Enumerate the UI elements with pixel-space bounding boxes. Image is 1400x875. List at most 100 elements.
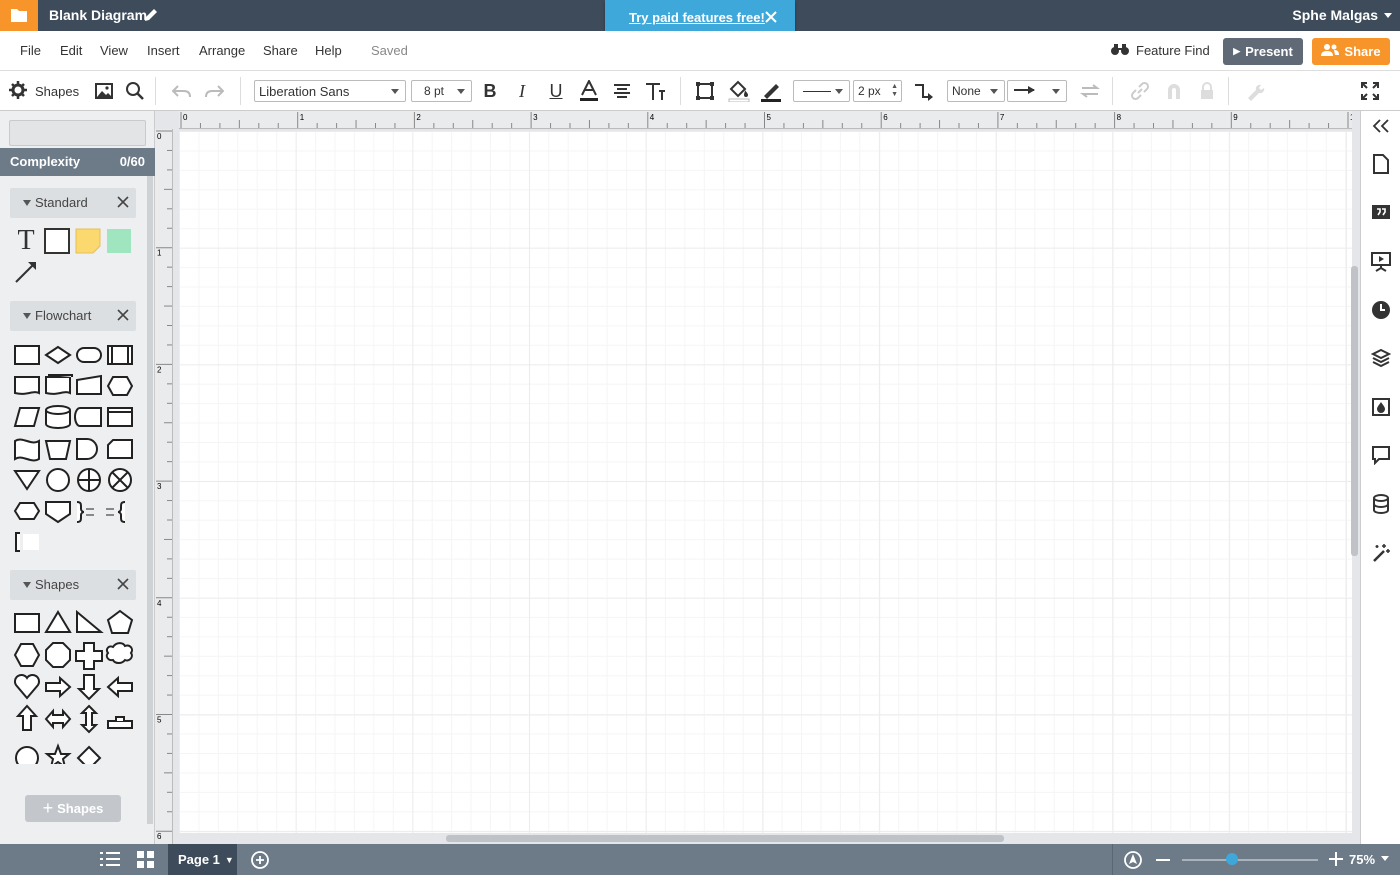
add-page-icon[interactable]	[250, 850, 270, 873]
share-button[interactable]: Share	[1312, 38, 1390, 65]
document-title[interactable]: Blank Diagram	[49, 7, 147, 23]
image-icon[interactable]	[92, 79, 116, 103]
menu-edit[interactable]: Edit	[60, 43, 82, 58]
add-shapes-button[interactable]: + Shapes	[25, 795, 121, 822]
plus-icon: +	[42, 798, 54, 818]
arrow-line-shape[interactable]	[13, 259, 39, 285]
promo-link[interactable]: Try paid features free!	[629, 10, 765, 25]
horizontal-scrollbar[interactable]	[446, 835, 1004, 842]
collapse-caret-icon[interactable]	[23, 313, 31, 319]
ruler-label: 3	[533, 113, 538, 122]
page-tab[interactable]: Page 1 ▼	[168, 844, 237, 875]
menu-arrange[interactable]: Arrange	[199, 43, 245, 58]
menu-share[interactable]: Share	[263, 43, 298, 58]
font-family-select[interactable]: Liberation Sans	[254, 80, 406, 102]
vertical-scrollbar[interactable]	[1351, 266, 1358, 556]
menu-help[interactable]: Help	[315, 43, 342, 58]
folder-icon[interactable]	[0, 0, 38, 31]
history-clock-icon[interactable]	[1369, 298, 1393, 322]
shape-library-panel: Complexity 0/60 Standard T Flowchart Sha…	[0, 111, 155, 844]
zoom-slider[interactable]	[1182, 859, 1318, 861]
list-view-icon[interactable]	[99, 850, 121, 871]
connector-style-icon[interactable]	[912, 79, 936, 103]
close-icon[interactable]	[116, 195, 130, 212]
shape-border-icon[interactable]	[693, 79, 717, 103]
close-icon[interactable]	[764, 10, 778, 27]
menu-view[interactable]: View	[100, 43, 128, 58]
close-icon[interactable]	[116, 308, 130, 325]
library-title: Standard	[35, 195, 88, 210]
library-header-standard[interactable]: Standard	[10, 188, 136, 218]
underline-icon[interactable]: U	[544, 79, 568, 103]
presentation-icon[interactable]	[1369, 249, 1393, 273]
ruler-top: 0 1 2 3 4 5 6 7 8 9 10	[179, 111, 1352, 129]
zoom-slider-handle[interactable]	[1226, 853, 1239, 865]
colored-block-shape[interactable]	[106, 228, 132, 254]
magic-wand-icon[interactable]	[1369, 540, 1393, 564]
text-color-icon[interactable]	[577, 79, 601, 103]
library-header-flowchart[interactable]: Flowchart	[10, 301, 136, 331]
binoculars-icon	[1110, 42, 1130, 59]
text-options-icon[interactable]	[643, 79, 667, 103]
lock-icon[interactable]	[1195, 79, 1219, 103]
redo-icon[interactable]	[202, 79, 226, 103]
flowchart-shapes[interactable]	[13, 341, 138, 556]
comment-icon[interactable]	[1369, 443, 1393, 467]
theme-drop-icon[interactable]	[1369, 395, 1393, 419]
basic-shapes[interactable]	[13, 609, 138, 764]
ruler-label: 9	[1233, 113, 1238, 122]
menu-file[interactable]: File	[20, 43, 41, 58]
search-icon[interactable]	[123, 79, 147, 103]
ruler-label: 2	[157, 365, 162, 374]
block-shape[interactable]	[44, 228, 70, 254]
grid-view-icon[interactable]	[136, 850, 155, 872]
pencil-icon[interactable]	[143, 7, 159, 26]
line-color-icon[interactable]	[759, 79, 783, 103]
collapse-caret-icon[interactable]	[23, 200, 31, 206]
panel-scrollbar[interactable]	[147, 176, 153, 824]
swap-icon[interactable]	[1078, 79, 1102, 103]
wrench-icon[interactable]	[1243, 79, 1267, 103]
collapse-panel-icon[interactable]	[1369, 114, 1393, 138]
close-icon[interactable]	[116, 577, 130, 594]
zoom-level[interactable]: 75%	[1349, 852, 1375, 867]
text-shape[interactable]: T	[13, 225, 39, 256]
zoom-in-icon[interactable]	[1328, 850, 1344, 871]
line-style-select[interactable]	[793, 80, 850, 102]
play-icon: ▶	[1233, 46, 1241, 56]
database-icon[interactable]	[1369, 492, 1393, 516]
diagram-canvas[interactable]	[179, 131, 1352, 833]
bold-icon[interactable]: B	[478, 79, 502, 103]
chevron-down-icon[interactable]	[1384, 13, 1392, 18]
fullscreen-icon[interactable]	[1358, 79, 1382, 103]
line-width-select[interactable]: 2 px ▲ ▼	[853, 80, 902, 102]
user-name[interactable]: Sphe Malgas	[1292, 7, 1378, 23]
font-size-select[interactable]: 8 pt	[411, 80, 472, 102]
undo-icon[interactable]	[170, 79, 194, 103]
align-center-icon[interactable]	[610, 79, 634, 103]
library-header-shapes[interactable]: Shapes	[10, 570, 136, 600]
complexity-label: Complexity	[10, 154, 81, 169]
feature-find-button[interactable]: Feature Find	[1110, 42, 1210, 59]
collapse-caret-icon[interactable]	[23, 582, 31, 588]
italic-icon[interactable]: I	[510, 79, 534, 103]
navigate-icon[interactable]	[1123, 850, 1143, 873]
menu-insert[interactable]: Insert	[147, 43, 180, 58]
quote-icon[interactable]	[1369, 201, 1393, 225]
line-start-value: None	[952, 84, 981, 98]
zoom-out-icon[interactable]	[1156, 859, 1170, 861]
shape-search-input[interactable]	[9, 120, 146, 146]
fill-color-icon[interactable]	[727, 79, 751, 103]
chevron-down-icon[interactable]: ▼	[225, 855, 234, 865]
line-start-select[interactable]: None	[947, 80, 1005, 102]
shapes-toggle[interactable]: Shapes	[9, 81, 79, 102]
link-icon[interactable]	[1128, 79, 1152, 103]
present-button[interactable]: ▶ Present	[1223, 38, 1303, 65]
note-shape[interactable]	[75, 228, 101, 254]
complexity-value: 0/60	[119, 154, 145, 169]
chevron-down-icon[interactable]	[1381, 856, 1389, 861]
line-end-select[interactable]	[1007, 80, 1067, 102]
layers-icon[interactable]	[1369, 346, 1393, 370]
page-settings-icon[interactable]	[1369, 152, 1393, 176]
magnet-icon[interactable]	[1162, 79, 1186, 103]
